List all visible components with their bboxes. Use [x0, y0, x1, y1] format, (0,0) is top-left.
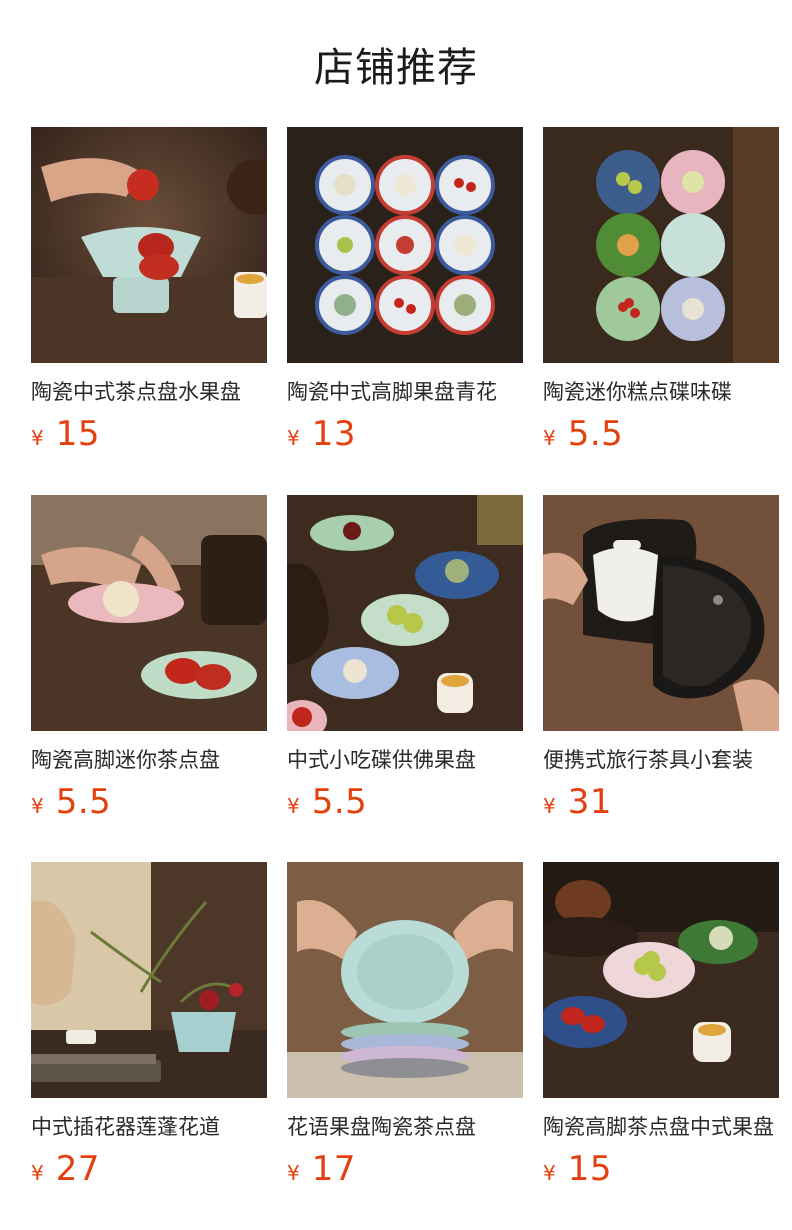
- product-price: ¥ 5.5: [31, 782, 267, 822]
- product-price: ¥ 15: [31, 414, 267, 454]
- product-name[interactable]: 便携式旅行茶具小套装: [543, 746, 779, 774]
- product-image[interactable]: [31, 495, 267, 731]
- product-price: ¥ 5.5: [543, 414, 779, 454]
- product-image[interactable]: [287, 127, 523, 363]
- product-image[interactable]: [287, 495, 523, 731]
- product-name[interactable]: 陶瓷高脚迷你茶点盘: [31, 746, 267, 774]
- page-title: 店铺推荐: [314, 44, 478, 91]
- product-name[interactable]: 陶瓷中式高脚果盘青花: [287, 378, 523, 406]
- product-name[interactable]: 花语果盘陶瓷茶点盘: [287, 1113, 523, 1141]
- currency-symbol: ¥: [543, 1161, 556, 1185]
- product-price: ¥ 5.5: [287, 782, 523, 822]
- product-card[interactable]: 中式小吃碟供佛果盘 ¥ 5.5: [287, 495, 523, 822]
- product-card[interactable]: 陶瓷迷你糕点碟味碟 ¥ 5.5: [543, 127, 779, 454]
- product-price: ¥ 17: [287, 1149, 523, 1189]
- product-card[interactable]: 陶瓷中式茶点盘水果盘 ¥ 15: [31, 127, 267, 454]
- product-name[interactable]: 陶瓷中式茶点盘水果盘: [31, 378, 267, 406]
- product-price: ¥ 15: [543, 1149, 779, 1189]
- currency-symbol: ¥: [543, 426, 556, 450]
- currency-symbol: ¥: [31, 426, 44, 450]
- product-image[interactable]: [287, 862, 523, 1098]
- product-name[interactable]: 陶瓷高脚茶点盘中式果盘: [543, 1113, 779, 1141]
- product-card[interactable]: 便携式旅行茶具小套装 ¥ 31: [543, 495, 779, 822]
- product-name[interactable]: 陶瓷迷你糕点碟味碟: [543, 378, 779, 406]
- product-card[interactable]: 花语果盘陶瓷茶点盘 ¥ 17: [287, 862, 523, 1189]
- product-card[interactable]: 中式插花器莲蓬花道 ¥ 27: [31, 862, 267, 1189]
- product-price: ¥ 27: [31, 1149, 267, 1189]
- price-amount: 5.5: [567, 414, 624, 454]
- header: 店铺推荐: [0, 0, 792, 127]
- product-image[interactable]: [543, 127, 779, 363]
- price-amount: 27: [55, 1149, 100, 1189]
- price-amount: 15: [55, 414, 100, 454]
- price-amount: 13: [311, 414, 356, 454]
- price-amount: 15: [567, 1149, 612, 1189]
- product-name[interactable]: 中式小吃碟供佛果盘: [287, 746, 523, 774]
- product-card[interactable]: 陶瓷高脚迷你茶点盘 ¥ 5.5: [31, 495, 267, 822]
- product-image[interactable]: [31, 862, 267, 1098]
- product-price: ¥ 31: [543, 782, 779, 822]
- product-card[interactable]: 陶瓷高脚茶点盘中式果盘 ¥ 15: [543, 862, 779, 1189]
- currency-symbol: ¥: [287, 426, 300, 450]
- currency-symbol: ¥: [287, 794, 300, 818]
- price-amount: 5.5: [311, 782, 368, 822]
- currency-symbol: ¥: [31, 794, 44, 818]
- price-amount: 17: [311, 1149, 356, 1189]
- product-image[interactable]: [543, 495, 779, 731]
- currency-symbol: ¥: [31, 1161, 44, 1185]
- product-image[interactable]: [31, 127, 267, 363]
- currency-symbol: ¥: [543, 794, 556, 818]
- product-name[interactable]: 中式插花器莲蓬花道: [31, 1113, 267, 1141]
- price-amount: 31: [567, 782, 612, 822]
- product-card[interactable]: 陶瓷中式高脚果盘青花 ¥ 13: [287, 127, 523, 454]
- product-image[interactable]: [543, 862, 779, 1098]
- product-price: ¥ 13: [287, 414, 523, 454]
- currency-symbol: ¥: [287, 1161, 300, 1185]
- price-amount: 5.5: [55, 782, 112, 822]
